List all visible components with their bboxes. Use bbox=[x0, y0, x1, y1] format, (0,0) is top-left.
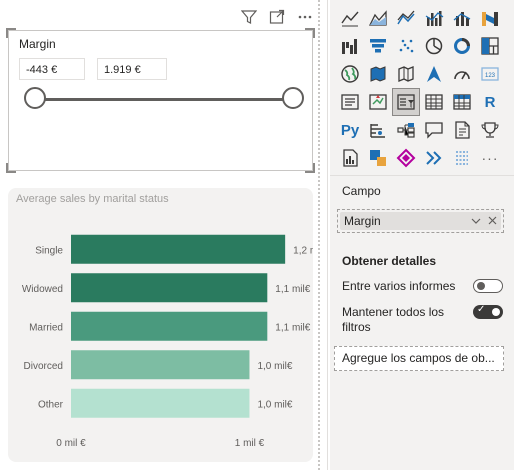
stacked-area-chart-icon[interactable] bbox=[392, 4, 420, 32]
drillthrough-drop-well[interactable]: Agregue los campos de ob... bbox=[334, 346, 504, 371]
more-visuals-label: ··· bbox=[481, 150, 499, 166]
funnel-chart-icon[interactable] bbox=[364, 32, 392, 60]
pane-separator bbox=[330, 175, 514, 176]
filled-map-icon[interactable] bbox=[364, 60, 392, 88]
visual-header bbox=[240, 8, 314, 26]
svg-text:123: 123 bbox=[485, 73, 496, 79]
multi-row-card-icon[interactable] bbox=[336, 88, 364, 116]
category-label: Single bbox=[35, 245, 63, 256]
keep-filters-label: Mantener todos los filtros bbox=[342, 305, 445, 334]
data-label: 1,1 mil€ bbox=[275, 322, 310, 333]
x-tick-label: 0 mil € bbox=[56, 438, 86, 449]
line-stacked-column-icon[interactable] bbox=[448, 4, 476, 32]
data-label: 1,2 mil€ bbox=[293, 245, 313, 256]
bar-other[interactable] bbox=[71, 388, 250, 418]
field-pill-label: Margin bbox=[344, 214, 381, 228]
bar-widowed[interactable] bbox=[71, 273, 268, 303]
goals-icon[interactable] bbox=[476, 116, 504, 144]
r-visual-label: R bbox=[484, 93, 496, 111]
cross-report-toggle[interactable] bbox=[473, 279, 503, 293]
treemap-icon[interactable] bbox=[476, 32, 504, 60]
smart-narrative-icon[interactable] bbox=[448, 116, 476, 144]
decomposition-tree-icon[interactable] bbox=[392, 116, 420, 144]
resize-handle-top-right[interactable] bbox=[305, 28, 315, 38]
scatter-chart-icon[interactable] bbox=[392, 32, 420, 60]
close-icon[interactable] bbox=[488, 212, 497, 235]
map-icon[interactable] bbox=[336, 60, 364, 88]
range-max-input[interactable]: 1.919 € bbox=[97, 58, 167, 80]
more-options-icon[interactable] bbox=[296, 8, 314, 26]
toggle-knob bbox=[492, 308, 500, 316]
slicer-title: Margin bbox=[19, 37, 56, 51]
area-chart-icon[interactable] bbox=[364, 4, 392, 32]
cross-report-label: Entre varios informes bbox=[342, 279, 456, 293]
ribbon-chart-icon[interactable] bbox=[476, 4, 504, 32]
resize-handle-bottom-right[interactable] bbox=[305, 163, 315, 173]
data-label: 1,0 mil€ bbox=[257, 399, 292, 410]
bar-married[interactable] bbox=[71, 311, 268, 341]
gauge-icon[interactable] bbox=[448, 60, 476, 88]
python-visual-icon[interactable]: Py bbox=[336, 116, 364, 144]
key-influencers-icon[interactable] bbox=[364, 116, 392, 144]
filter-icon[interactable] bbox=[240, 8, 258, 26]
matrix-icon[interactable] bbox=[448, 88, 476, 116]
resize-handle-top-left[interactable] bbox=[6, 28, 16, 38]
pie-chart-icon[interactable] bbox=[420, 32, 448, 60]
field-well[interactable]: Margin bbox=[337, 209, 504, 233]
qna-icon[interactable] bbox=[420, 116, 448, 144]
range-min-input[interactable]: -443 € bbox=[19, 58, 85, 80]
line-chart-icon[interactable] bbox=[336, 4, 364, 32]
chevron-down-icon[interactable] bbox=[471, 212, 481, 237]
report-canvas: Margin -443 € 1.919 € Average sales by m… bbox=[0, 0, 322, 470]
category-label: Married bbox=[29, 322, 63, 333]
custom-visual-icon[interactable] bbox=[448, 144, 476, 172]
bar-divorced[interactable] bbox=[71, 350, 250, 380]
bar-chart: Single 1,2 mil€ Widowed 1,1 mil€ Married 1,1 … bbox=[22, 234, 313, 449]
azure-map-icon[interactable] bbox=[420, 60, 448, 88]
focus-mode-icon[interactable] bbox=[268, 8, 286, 26]
category-label: Widowed bbox=[22, 284, 63, 295]
category-label: Divorced bbox=[24, 361, 63, 372]
kpi-icon[interactable] bbox=[364, 88, 392, 116]
donut-chart-icon[interactable] bbox=[448, 32, 476, 60]
slider-max-handle[interactable] bbox=[282, 87, 304, 109]
power-automate-icon[interactable] bbox=[364, 144, 392, 172]
resize-handle-bottom-left[interactable] bbox=[6, 163, 16, 173]
slicer-icon[interactable] bbox=[392, 88, 420, 116]
toggle-knob bbox=[477, 282, 485, 290]
check-icon: ✓ bbox=[477, 304, 486, 315]
r-visual-icon[interactable]: R bbox=[476, 88, 504, 116]
bar-single[interactable] bbox=[71, 234, 286, 264]
bar-chart-visual[interactable]: Average sales by marital status Single 1,… bbox=[8, 188, 313, 462]
visualizations-pane: 123 R Py ··· Campo Margin Obtener detalles … bbox=[330, 0, 514, 470]
keep-filters-toggle[interactable]: ✓ bbox=[473, 304, 503, 319]
paginated-report-icon[interactable] bbox=[336, 144, 364, 172]
waterfall-chart-icon[interactable] bbox=[336, 32, 364, 60]
field-pill[interactable]: Margin bbox=[340, 212, 501, 230]
category-label: Other bbox=[38, 399, 64, 410]
data-label: 1,1 mil€ bbox=[275, 284, 310, 295]
margin-slicer[interactable]: Margin -443 € 1.919 € bbox=[6, 28, 315, 173]
pane-border bbox=[327, 0, 328, 470]
data-label: 1,0 mil€ bbox=[257, 361, 292, 372]
slider-min-handle[interactable] bbox=[24, 87, 46, 109]
field-section-label: Campo bbox=[342, 184, 381, 198]
more-visuals-icon[interactable]: ··· bbox=[476, 144, 504, 172]
table-icon[interactable] bbox=[420, 88, 448, 116]
python-visual-label: Py bbox=[340, 121, 360, 139]
shape-map-icon[interactable] bbox=[392, 60, 420, 88]
get-more-visuals-icon[interactable] bbox=[420, 144, 448, 172]
visual-gallery: 123 R Py ··· bbox=[336, 4, 504, 172]
pane-divider bbox=[318, 0, 320, 470]
line-clustered-column-icon[interactable] bbox=[420, 4, 448, 32]
card-icon[interactable]: 123 bbox=[476, 60, 504, 88]
x-tick-label: 1 mil € bbox=[235, 438, 265, 449]
drillthrough-heading: Obtener detalles bbox=[342, 254, 437, 268]
slider-track[interactable] bbox=[35, 98, 293, 101]
power-apps-icon[interactable] bbox=[392, 144, 420, 172]
